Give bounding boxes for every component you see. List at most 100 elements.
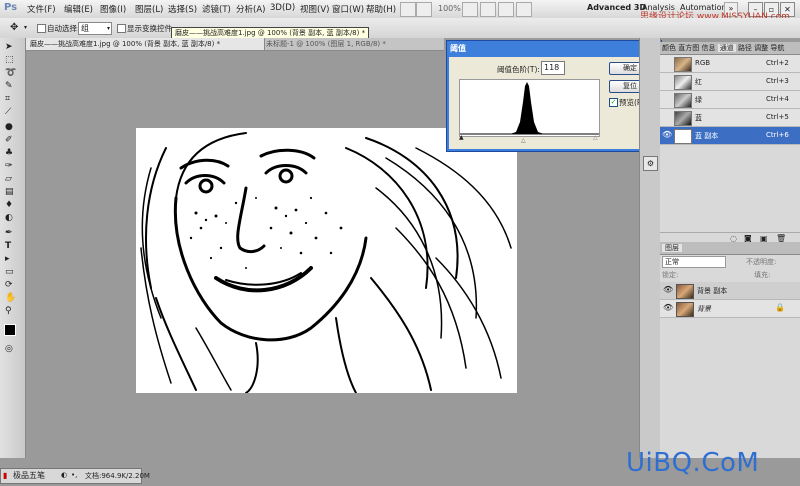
gradient-tool-icon[interactable]: ▤ xyxy=(5,187,19,198)
arrange-documents-button[interactable] xyxy=(498,2,514,17)
auto-select-dropdown[interactable]: 组 ▾ xyxy=(78,22,112,35)
dodge-tool-icon[interactable]: ◐ xyxy=(5,213,19,224)
move-tool-icon[interactable]: ✥ xyxy=(10,22,18,33)
histogram-graph xyxy=(460,82,599,135)
menu-select[interactable]: 选择(S) xyxy=(168,3,197,15)
chevron-down-icon[interactable]: ▾ xyxy=(24,24,27,31)
bridge-button[interactable] xyxy=(400,2,416,17)
layers-panel-tabs: 图层 xyxy=(660,242,800,255)
marquee-tool-icon[interactable]: ⬚ xyxy=(5,55,19,66)
layers-panel: 图层 正常 不透明度: 锁定: 填充: 👁 背景 副本 👁 背景 🔒 xyxy=(660,242,800,458)
menu-3d[interactable]: 3D(D) xyxy=(270,3,295,13)
menu-edit[interactable]: 编辑(E) xyxy=(64,3,93,15)
actions-icon[interactable]: ⚙ xyxy=(643,156,658,171)
collapsed-panel-dock: ⚙ xyxy=(639,38,661,458)
healing-brush-tool-icon[interactable]: ● xyxy=(5,122,19,133)
preview-checkbox[interactable]: ✓ xyxy=(609,98,618,107)
tab-layers[interactable]: 图层 xyxy=(662,244,682,252)
menu-filter[interactable]: 滤镜(T) xyxy=(202,3,231,15)
menu-help[interactable]: 帮助(H) xyxy=(366,3,396,15)
pen-tool-icon[interactable]: ✒ xyxy=(5,228,19,239)
menu-analysis[interactable]: 分析(A) xyxy=(236,3,265,15)
layer-row-background[interactable]: 👁 背景 🔒 xyxy=(660,300,800,318)
menu-layer[interactable]: 图层(L) xyxy=(135,3,163,15)
document-canvas[interactable] xyxy=(136,128,517,393)
threshold-portrait-image xyxy=(140,132,512,393)
status-strip: ▮ 极品五笔 ◐ •, 文档:964.9K/2.20M xyxy=(0,468,150,484)
minibridge-button[interactable] xyxy=(416,2,432,17)
tab-channels[interactable]: 通道 xyxy=(717,44,736,52)
options-bar: ✥ ▾ 自动选择: 组 ▾ 显示变换控件 xyxy=(0,18,800,39)
layer-name: 背景 xyxy=(697,305,711,313)
histogram: ▲ △ △ xyxy=(459,79,600,144)
zoom-tool-icon[interactable]: ⚲ xyxy=(5,306,19,317)
quick-select-tool-icon[interactable]: ✎ xyxy=(5,81,19,92)
path-select-tool-icon[interactable]: ▸ xyxy=(5,254,19,265)
tab-histogram[interactable]: 直方图 xyxy=(678,44,699,52)
lasso-tool-icon[interactable]: ➰ xyxy=(5,68,19,79)
threshold-dialog: 阈值 ✕ 阈值色阶(T): 118 ▲ △ △ 确定 复位 ✓ 预览(P) xyxy=(446,40,662,152)
type-tool-icon[interactable]: T xyxy=(5,241,19,252)
channel-shortcut: Ctrl+4 xyxy=(766,95,789,103)
channel-thumbnail xyxy=(674,93,692,108)
tab-navigator[interactable]: 导航 xyxy=(770,44,784,52)
move-tool-icon[interactable]: ➤ xyxy=(5,42,19,53)
layer-row-background-copy[interactable]: 👁 背景 副本 xyxy=(660,282,800,300)
moon-icon[interactable]: ◐ xyxy=(61,471,67,479)
threshold-level-input[interactable]: 118 xyxy=(541,61,565,75)
photoshop-logo: Ps xyxy=(4,2,18,13)
quick-mask-icon[interactable]: ◎ xyxy=(5,344,19,355)
eye-icon[interactable]: 👁 xyxy=(663,303,673,312)
channel-row-blue[interactable]: 蓝 Ctrl+5 xyxy=(660,109,800,127)
hand-tool-icon[interactable]: ✋ xyxy=(5,293,19,304)
clone-stamp-tool-icon[interactable]: ♣ xyxy=(5,148,19,159)
channel-row-rgb[interactable]: RGB Ctrl+2 xyxy=(660,55,800,73)
opacity-label: 不透明度: xyxy=(746,258,777,266)
workspace-advanced-3d[interactable]: Advanced 3D xyxy=(587,3,646,12)
channel-row-green[interactable]: 绿 Ctrl+4 xyxy=(660,91,800,109)
show-transform-checkbox[interactable] xyxy=(117,24,126,33)
foreground-color-swatch[interactable] xyxy=(4,324,16,336)
shape-tool-icon[interactable]: ▭ xyxy=(5,267,19,278)
auto-select-checkbox[interactable] xyxy=(37,24,46,33)
punctuation-icon[interactable]: •, xyxy=(71,471,77,479)
tab-document-untitled[interactable]: 未标题-1 @ 100% (图层 1, RGB/8) * xyxy=(262,38,440,50)
dialog-body: 阈值色阶(T): 118 ▲ △ △ 确定 复位 ✓ 预览(P) xyxy=(449,57,658,149)
crop-tool-icon[interactable]: ⌗ xyxy=(5,94,19,105)
channel-name: RGB xyxy=(695,59,711,67)
dialog-title: 阈值 xyxy=(450,44,466,53)
tab-paths[interactable]: 路径 xyxy=(738,44,752,52)
menu-file[interactable]: 文件(F) xyxy=(27,3,56,15)
hand-view-button[interactable] xyxy=(462,2,478,17)
tab-document-active[interactable]: 磨皮——挑战高难度1.jpg @ 100% (背景 副本, 蓝 副本/8) * xyxy=(26,38,265,50)
eye-icon[interactable]: 👁 xyxy=(663,285,673,294)
tab-label: 未标题-1 @ 100% (图层 1, RGB/8) * xyxy=(266,40,386,48)
menu-window[interactable]: 窗口(W) xyxy=(332,3,364,15)
eraser-tool-icon[interactable]: ▱ xyxy=(5,174,19,185)
3d-rotate-tool-icon[interactable]: ⟳ xyxy=(5,280,19,291)
zoom-level[interactable]: 100% xyxy=(438,4,461,13)
channel-shortcut: Ctrl+3 xyxy=(766,77,789,85)
rotate-view-button[interactable] xyxy=(480,2,496,17)
white-point-marker-icon: △ xyxy=(593,134,598,141)
blend-mode-select[interactable]: 正常 xyxy=(662,256,726,268)
blur-tool-icon[interactable]: ♦ xyxy=(5,200,19,211)
history-brush-tool-icon[interactable]: ✑ xyxy=(5,161,19,172)
channel-thumbnail xyxy=(674,111,692,126)
channel-name: 蓝 xyxy=(695,114,702,122)
blend-mode-value: 正常 xyxy=(665,258,679,266)
eyedropper-tool-icon[interactable]: ⟋ xyxy=(5,107,19,118)
channel-row-blue-copy[interactable]: 👁 蓝 副本 Ctrl+6 xyxy=(660,127,800,145)
tab-color[interactable]: 颜色 xyxy=(662,44,676,52)
tab-info[interactable]: 信息 xyxy=(701,44,715,52)
screen-mode-button[interactable] xyxy=(516,2,532,17)
eye-icon[interactable]: 👁 xyxy=(662,130,672,139)
channel-row-red[interactable]: 红 Ctrl+3 xyxy=(660,73,800,91)
brush-tool-icon[interactable]: ✐ xyxy=(5,135,19,146)
layer-name: 背景 副本 xyxy=(697,287,728,295)
ime-name: 极品五笔 xyxy=(13,471,45,480)
threshold-slider-icon[interactable]: △ xyxy=(521,137,526,144)
tab-adjustments[interactable]: 调整 xyxy=(754,44,768,52)
menu-image[interactable]: 图像(I) xyxy=(100,3,126,15)
menu-view[interactable]: 视图(V) xyxy=(300,3,329,15)
